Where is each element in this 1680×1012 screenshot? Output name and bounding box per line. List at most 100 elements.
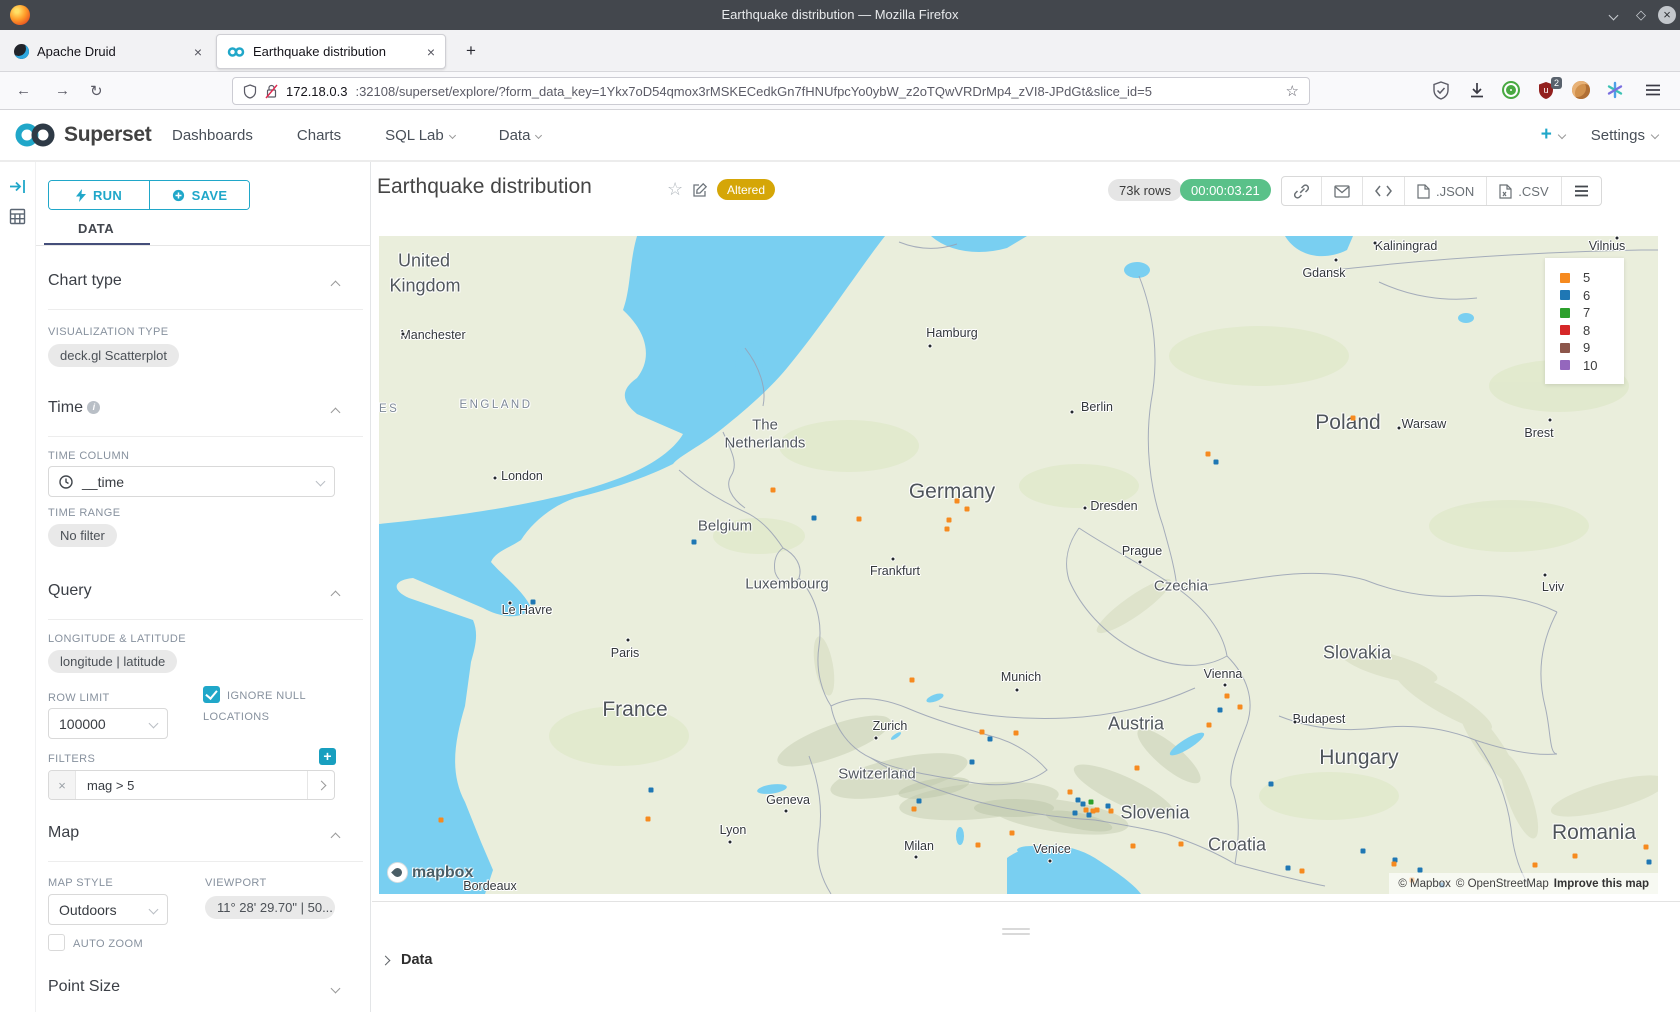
reload-icon[interactable]: ↻ xyxy=(90,82,103,100)
map-legend: 5678910 xyxy=(1545,258,1624,384)
tab-data[interactable]: DATA xyxy=(78,221,114,236)
ignore-null-checkbox[interactable] xyxy=(203,686,220,703)
altered-badge: Altered xyxy=(717,179,775,200)
legend-item: 8 xyxy=(1560,322,1624,340)
scatter-point xyxy=(1286,866,1291,871)
back-icon[interactable]: ← xyxy=(16,82,31,99)
export-csv-button[interactable]: .CSV xyxy=(1486,177,1560,205)
close-tab-icon[interactable]: × xyxy=(194,44,202,60)
superset-logo[interactable]: Superset xyxy=(14,121,151,149)
protections-shield-icon[interactable] xyxy=(1432,81,1452,101)
legend-label: 6 xyxy=(1583,288,1590,303)
section-map[interactable]: Map xyxy=(48,824,79,842)
attribution-mapbox-link[interactable]: © Mapbox xyxy=(1398,878,1451,890)
collapse-panel-icon[interactable] xyxy=(9,178,26,195)
legend-label: 8 xyxy=(1583,323,1590,338)
tab-label: Earthquake distribution xyxy=(253,44,386,59)
run-save-group: RUN SAVE xyxy=(48,180,250,210)
extension-green-icon[interactable] xyxy=(1502,81,1522,101)
chevron-up-icon[interactable] xyxy=(331,408,341,418)
new-tab-button[interactable]: + xyxy=(466,42,476,60)
menu-hamburger-icon[interactable] xyxy=(1644,81,1664,101)
row-count-badge: 73k rows xyxy=(1108,179,1182,201)
legend-label: 9 xyxy=(1583,340,1590,355)
nav-item-sql-lab[interactable]: SQL Lab xyxy=(385,127,455,144)
add-new-button[interactable]: + xyxy=(1541,124,1565,146)
favorite-star-icon[interactable]: ☆ xyxy=(667,179,683,200)
lonlat-pill[interactable]: longitude | latitude xyxy=(48,650,177,673)
chevron-up-icon[interactable] xyxy=(331,281,341,291)
dataset-grid-icon[interactable] xyxy=(9,208,26,225)
auto-zoom-checkbox[interactable] xyxy=(48,934,65,951)
scatter-point xyxy=(1238,705,1243,710)
tab-earthquake-distribution[interactable]: Earthquake distribution × xyxy=(216,34,446,69)
close-window-icon[interactable]: × xyxy=(1658,6,1676,24)
minimize-icon[interactable] xyxy=(1604,6,1622,24)
chevron-down-icon[interactable] xyxy=(331,984,341,994)
run-button[interactable]: RUN xyxy=(49,181,149,209)
settings-label: Settings xyxy=(1591,127,1645,144)
scatter-point xyxy=(945,527,950,532)
drag-handle[interactable] xyxy=(1002,928,1030,938)
asterisk-extension-icon[interactable] xyxy=(1606,81,1626,101)
scatter-point xyxy=(1269,782,1274,787)
time-range-pill[interactable]: No filter xyxy=(48,524,117,547)
divider xyxy=(48,436,363,437)
tracking-shield-icon[interactable] xyxy=(243,84,257,99)
cookie-icon[interactable] xyxy=(1572,81,1592,101)
filter-item[interactable]: × mag > 5 xyxy=(48,770,335,800)
chevron-up-icon[interactable] xyxy=(331,591,341,601)
url-input[interactable]: 172.18.0.3:32108/superset/explore/?form_… xyxy=(232,77,1310,105)
data-section-toggle[interactable]: Data xyxy=(382,952,432,968)
superset-favicon xyxy=(227,46,245,58)
section-time[interactable]: Time i xyxy=(48,399,100,417)
remove-filter-icon[interactable]: × xyxy=(49,771,76,799)
close-tab-icon[interactable]: × xyxy=(427,44,435,60)
forward-icon[interactable]: → xyxy=(55,82,70,99)
scatter-point xyxy=(857,517,862,522)
edit-title-icon[interactable] xyxy=(692,182,708,198)
legend-swatch xyxy=(1560,343,1570,353)
maximize-icon[interactable]: ◇ xyxy=(1632,6,1650,24)
deckgl-map[interactable]: UnitedKingdomManchesterENGLANDESLondonTh… xyxy=(379,236,1658,894)
email-button[interactable] xyxy=(1321,177,1362,205)
scatter-point xyxy=(1644,845,1649,850)
scatter-point xyxy=(988,737,993,742)
insecure-lock-icon[interactable] xyxy=(265,84,278,99)
row-limit-select[interactable]: 100000 xyxy=(48,708,168,739)
chevron-right-icon[interactable] xyxy=(307,771,334,799)
scatter-point xyxy=(980,730,985,735)
section-point-size[interactable]: Point Size xyxy=(48,978,120,996)
caret-down-icon xyxy=(449,131,456,138)
improve-map-link[interactable]: Improve this map xyxy=(1554,878,1649,890)
viewport-pill[interactable]: 11° 28' 29.70" | 50... xyxy=(205,896,335,919)
section-query[interactable]: Query xyxy=(48,582,92,600)
nav-item-data[interactable]: Data xyxy=(499,127,542,144)
time-column-select[interactable]: __time xyxy=(48,466,335,497)
chevron-right-icon xyxy=(381,955,391,965)
tabs-border xyxy=(36,245,371,246)
share-link-button[interactable] xyxy=(1282,177,1321,205)
viz-type-pill[interactable]: deck.gl Scatterplot xyxy=(48,344,179,367)
map-style-select[interactable]: Outdoors xyxy=(48,894,168,925)
row-limit-value: 100000 xyxy=(59,716,106,732)
tab-apache-druid[interactable]: Apache Druid × xyxy=(4,34,212,69)
save-button[interactable]: SAVE xyxy=(149,181,249,209)
bookmark-star-icon[interactable]: ☆ xyxy=(1286,82,1299,100)
nav-item-charts[interactable]: Charts xyxy=(297,127,341,144)
export-csv-label: .CSV xyxy=(1518,184,1548,199)
embed-code-button[interactable] xyxy=(1362,177,1404,205)
map-style-value: Outdoors xyxy=(59,902,117,918)
window-title: Earthquake distribution — Mozilla Firefo… xyxy=(0,7,1680,22)
attribution-osm-link[interactable]: © OpenStreetMap xyxy=(1456,878,1549,890)
add-filter-button[interactable]: + xyxy=(319,748,336,765)
nav-item-dashboards[interactable]: Dashboards xyxy=(172,127,253,144)
downloads-icon[interactable] xyxy=(1468,81,1488,101)
mapbox-logo[interactable]: mapbox xyxy=(387,862,473,883)
section-chart-type[interactable]: Chart type xyxy=(48,272,122,290)
chevron-up-icon[interactable] xyxy=(331,833,341,843)
settings-menu[interactable]: Settings xyxy=(1591,127,1658,144)
export-json-button[interactable]: .JSON xyxy=(1404,177,1486,205)
chart-menu-button[interactable] xyxy=(1561,177,1601,205)
ublock-shield-icon[interactable]: u 2 xyxy=(1537,81,1557,101)
